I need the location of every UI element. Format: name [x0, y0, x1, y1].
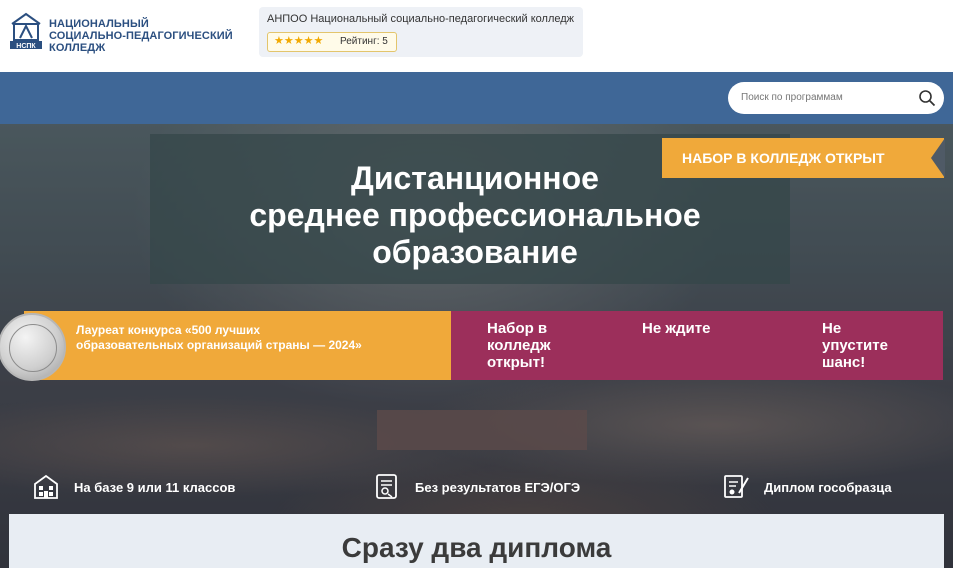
laureate-line-2: образовательных организаций страны — 202… — [76, 338, 362, 352]
logo-line-3: КОЛЛЕДЖ — [49, 42, 106, 54]
hero-title-line-2: среднее профессиональное — [249, 197, 701, 233]
callout-dont-miss: Не упустите шанс! — [822, 320, 888, 371]
logo-line-1: НАЦИОНАЛЬНЫЙ — [49, 18, 149, 30]
search-box[interactable]: Поиск по программам — [728, 82, 944, 114]
section-title: Сразу два диплома — [341, 532, 612, 563]
callout-admission: Набор в колледж открыт! — [487, 320, 550, 371]
laureate-text: Лауреат конкурса «500 лучших образовател… — [76, 323, 362, 353]
college-logo-icon[interactable]: НСПК — [8, 10, 44, 50]
callout-line: Набор в — [487, 320, 548, 337]
medal-inner-ring — [9, 324, 57, 372]
logo-line-2: СОЦИАЛЬНО-ПЕДАГОГИЧЕСКИЙ — [49, 30, 233, 42]
callout-line: колледж — [487, 337, 551, 354]
logo-text[interactable]: НАЦИОНАЛЬНЫЙ СОЦИАЛЬНО-ПЕДАГОГИЧЕСКИЙ КО… — [49, 18, 233, 54]
rating-org-name: АНПОО Национальный социально-педагогичес… — [267, 13, 575, 25]
search-icon[interactable] — [918, 89, 936, 107]
medal-icon — [0, 313, 66, 381]
callout-strip: Набор в колледж открыт! Не ждите Не упус… — [451, 311, 943, 380]
diploma-icon — [724, 475, 749, 498]
hero-title: Дистанционное среднее профессиональное о… — [0, 160, 950, 271]
callout-line: открыт! — [487, 354, 545, 371]
hero-title-line-3: образование — [372, 234, 578, 270]
document-icon — [376, 474, 397, 499]
rating-badge: ★★★★★ Рейтинг: 5 — [267, 32, 397, 52]
hero-section: НАБОР В КОЛЛЕДЖ ОТКРЫТ Дистанционное сре… — [0, 124, 953, 568]
building-icon — [34, 474, 58, 499]
callout-line: упустите — [822, 337, 888, 354]
nav-bar: Поиск по программам — [0, 72, 953, 124]
site-header: НСПК НАЦИОНАЛЬНЫЙ СОЦИАЛЬНО-ПЕДАГОГИЧЕСК… — [0, 0, 953, 72]
hero-title-line-1: Дистанционное — [351, 160, 599, 196]
callout-line: Не ждите — [642, 320, 711, 337]
laureate-line-1: Лауреат конкурса «500 лучших — [76, 323, 261, 337]
callout-line: Не — [822, 320, 842, 337]
search-input[interactable]: Поиск по программам — [741, 92, 843, 103]
rating-stars-icon: ★★★★★ — [274, 35, 324, 47]
callout-line: шанс! — [822, 354, 866, 371]
rating-value: Рейтинг: 5 — [340, 36, 388, 47]
feature-label: Диплом гособразца — [764, 480, 892, 495]
callout-dont-wait: Не ждите — [642, 320, 710, 337]
rating-widget[interactable]: АНПОО Национальный социально-педагогичес… — [259, 7, 583, 57]
laureate-block: Лауреат конкурса «500 лучших образовател… — [0, 311, 452, 381]
logo-abbr: НСПК — [16, 43, 36, 50]
feature-label: Без результатов ЕГЭ/ОГЭ — [415, 480, 581, 495]
two-diplomas-section: Сразу два диплома — [9, 514, 944, 568]
hero-cta-placeholder[interactable] — [377, 410, 587, 450]
features-row: На базе 9 или 11 классов Без результатов… — [0, 470, 953, 510]
feature-label: На базе 9 или 11 классов — [74, 480, 236, 495]
